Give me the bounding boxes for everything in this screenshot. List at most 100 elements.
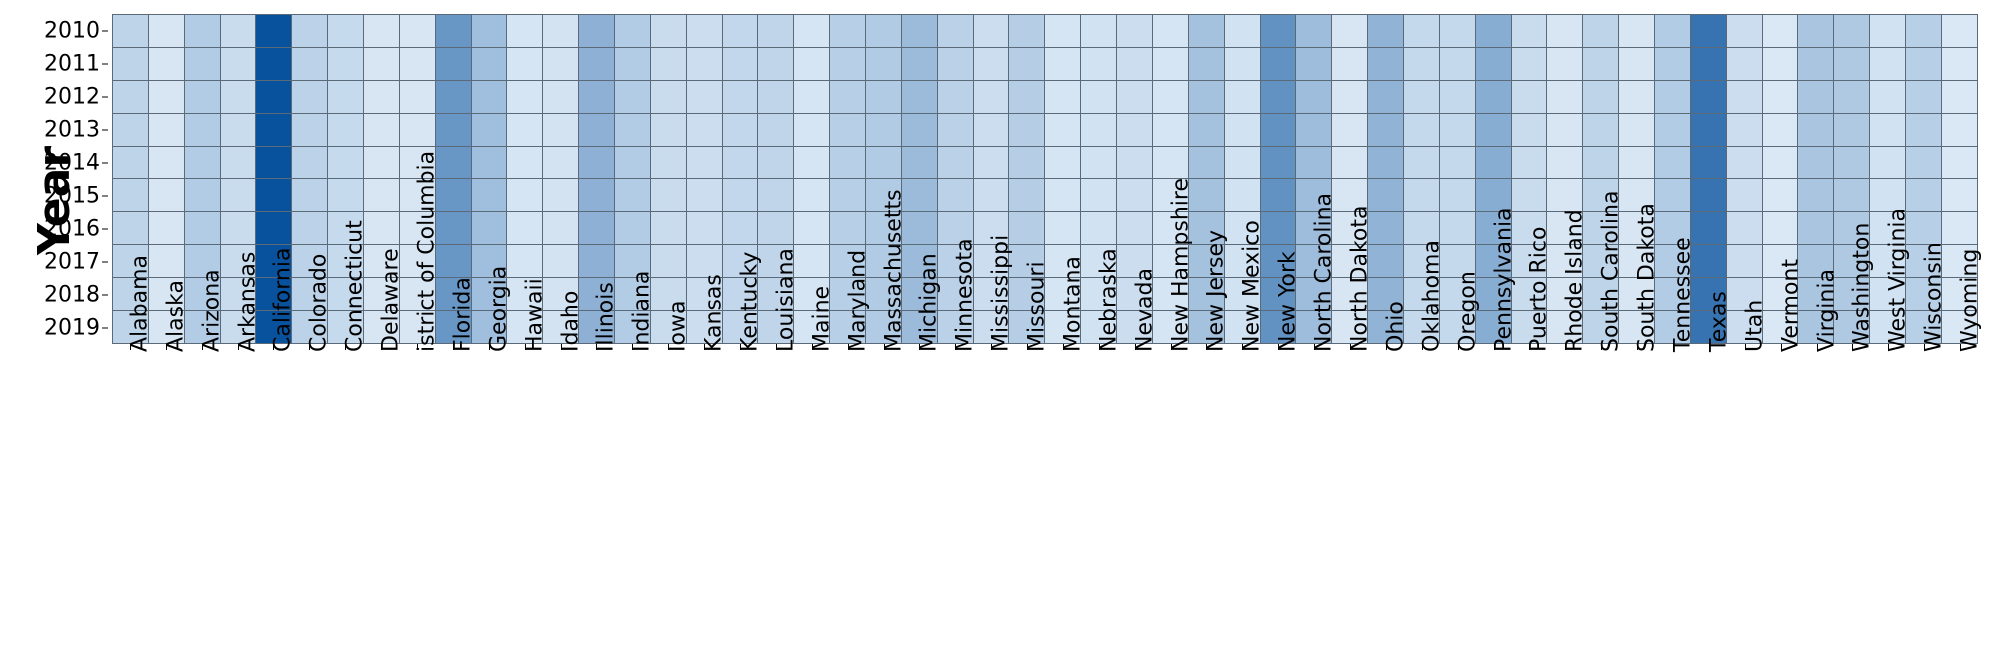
- heatmap-cell: [650, 245, 686, 278]
- heatmap-cell: [471, 146, 507, 179]
- x-tick-label: Alabama: [127, 255, 152, 352]
- heatmap-cell: [435, 15, 471, 48]
- heatmap-cell: [1439, 146, 1475, 179]
- heatmap-cell: [1009, 80, 1045, 113]
- heatmap-cell: [1547, 146, 1583, 179]
- heatmap-cell: [292, 113, 328, 146]
- heatmap-cell: [866, 113, 902, 146]
- heatmap-cell: [256, 179, 292, 212]
- heatmap-cell: [830, 15, 866, 48]
- heatmap-cell: [543, 113, 579, 146]
- heatmap-cell: [579, 146, 615, 179]
- x-tick-label: Puerto Rico: [1527, 227, 1552, 352]
- heatmap-cell: [399, 47, 435, 80]
- heatmap-cell: [937, 15, 973, 48]
- x-tick-label: New York: [1276, 251, 1301, 352]
- x-tick-label: Wisconsin: [1922, 242, 1947, 352]
- heatmap-cell: [1547, 80, 1583, 113]
- heatmap-cell: [794, 245, 830, 278]
- heatmap-cell: [1260, 15, 1296, 48]
- heatmap-cell: [148, 15, 184, 48]
- x-tick-label: Nebraska: [1096, 248, 1121, 352]
- heatmap-cell: [1690, 245, 1726, 278]
- heatmap-cell: [1547, 15, 1583, 48]
- heatmap-cell: [650, 212, 686, 245]
- heatmap-cell: [579, 113, 615, 146]
- heatmap-cell: [866, 47, 902, 80]
- heatmap-cell: [1798, 179, 1834, 212]
- heatmap-cell: [615, 15, 651, 48]
- x-tick-label: New Mexico: [1240, 220, 1265, 352]
- heatmap-cell: [579, 179, 615, 212]
- x-tick-label: Arkansas: [235, 252, 260, 352]
- heatmap-cell: [1905, 212, 1941, 245]
- heatmap-cell: [1834, 80, 1870, 113]
- x-tick-label: Missouri: [1025, 261, 1050, 352]
- heatmap-cell: [579, 15, 615, 48]
- heatmap-cell: [220, 113, 256, 146]
- heatmap-cell: [1941, 212, 1977, 245]
- heatmap-cell: [1368, 15, 1404, 48]
- heatmap-cell: [256, 146, 292, 179]
- heatmap-cell: [722, 179, 758, 212]
- heatmap-cell: [1654, 80, 1690, 113]
- x-tick-label: Delaware: [379, 248, 404, 352]
- y-tick-label: 2010: [44, 18, 100, 43]
- heatmap-cell: [1260, 80, 1296, 113]
- heatmap-cell: [901, 47, 937, 80]
- heatmap-cell: [184, 15, 220, 48]
- heatmap-cell: [543, 47, 579, 80]
- heatmap-cell: [328, 179, 364, 212]
- heatmap-cell: [399, 15, 435, 48]
- heatmap-cell: [579, 245, 615, 278]
- heatmap-cell: [328, 146, 364, 179]
- heatmap-cell: [1690, 15, 1726, 48]
- heatmap-cell: [1188, 146, 1224, 179]
- heatmap-cell: [1152, 47, 1188, 80]
- heatmap-cell: [579, 212, 615, 245]
- heatmap-cell: [364, 179, 400, 212]
- x-tick-label: Indiana: [630, 271, 655, 352]
- heatmap-cell: [1511, 146, 1547, 179]
- heatmap-cell: [650, 113, 686, 146]
- heatmap-cell: [1045, 47, 1081, 80]
- heatmap-cell: [1870, 179, 1906, 212]
- heatmap-cell: [1654, 179, 1690, 212]
- x-tick-label: Oregon: [1455, 271, 1480, 352]
- heatmap-cell: [1475, 15, 1511, 48]
- x-tick-label: Hawaii: [522, 278, 547, 352]
- heatmap-cell: [1511, 80, 1547, 113]
- heatmap-cell: [543, 179, 579, 212]
- heatmap-cell: [1870, 15, 1906, 48]
- heatmap-cell: [1905, 179, 1941, 212]
- heatmap-cell: [1224, 80, 1260, 113]
- heatmap-cell: [866, 15, 902, 48]
- heatmap-cell: [937, 146, 973, 179]
- x-tick-label: Iowa: [666, 301, 691, 352]
- heatmap-cell: [1834, 47, 1870, 80]
- heatmap-cell: [1941, 47, 1977, 80]
- heatmap-cell: [1260, 113, 1296, 146]
- heatmap-cell: [615, 212, 651, 245]
- x-tick-label: California: [271, 248, 296, 352]
- heatmap-cell: [1690, 80, 1726, 113]
- heatmap-cell: [830, 47, 866, 80]
- heatmap-cell: [1762, 146, 1798, 179]
- heatmap-cell: [1511, 113, 1547, 146]
- heatmap-cell: [1439, 113, 1475, 146]
- x-tick-label: Michigan: [917, 253, 942, 352]
- x-tick-label: Maine: [809, 286, 834, 352]
- heatmap-cell: [1654, 47, 1690, 80]
- heatmap-cell: [1224, 146, 1260, 179]
- heatmap-cell: [256, 47, 292, 80]
- heatmap-cell: [1152, 80, 1188, 113]
- heatmap-cell: [937, 113, 973, 146]
- heatmap-cell: [399, 113, 435, 146]
- heatmap-cell: [471, 47, 507, 80]
- heatmap-cell: [1332, 15, 1368, 48]
- heatmap-cell: [1403, 113, 1439, 146]
- heatmap-cell: [507, 179, 543, 212]
- heatmap-cell: [901, 80, 937, 113]
- heatmap-cell: [113, 179, 149, 212]
- heatmap-cell: [292, 15, 328, 48]
